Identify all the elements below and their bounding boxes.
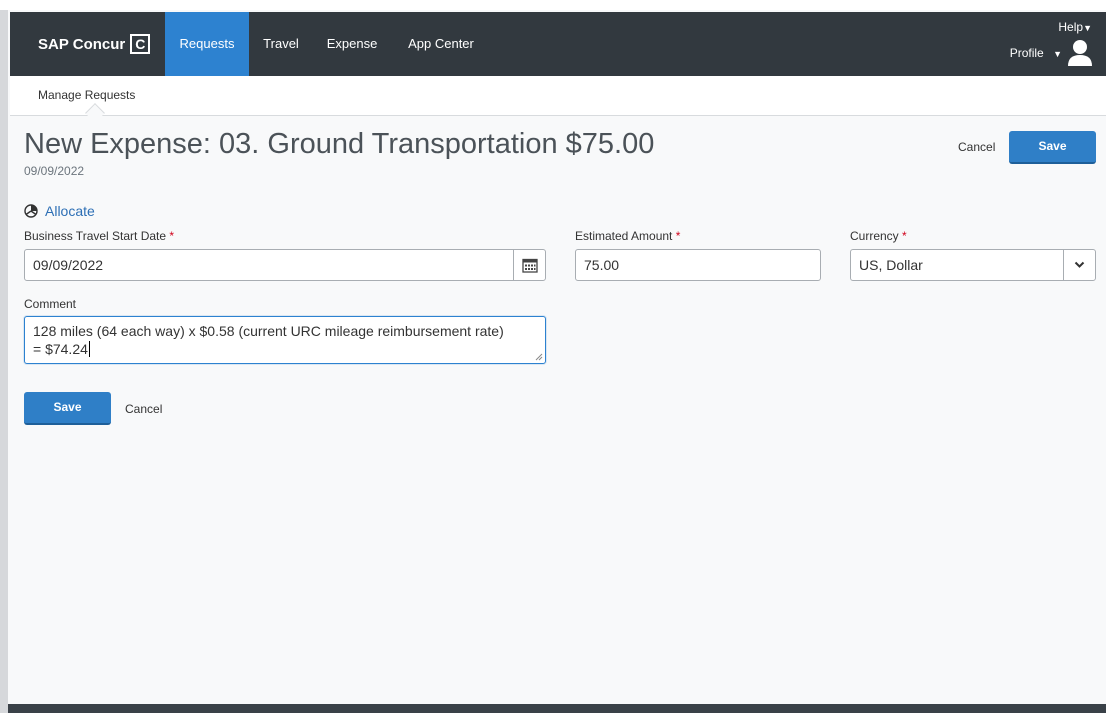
top-navbar: SAP Concur C Requests Travel Expense App… bbox=[10, 12, 1106, 76]
comment-line-1: 128 miles (64 each way) x $0.58 (current… bbox=[33, 323, 504, 339]
amount-input[interactable]: 75.00 bbox=[575, 249, 821, 281]
comment-label: Comment bbox=[24, 297, 77, 311]
subnav-manage-requests[interactable]: Manage Requests bbox=[38, 88, 135, 102]
start-date-label: Business Travel Start Date * bbox=[24, 229, 174, 243]
amount-label: Estimated Amount * bbox=[575, 229, 680, 243]
calendar-button[interactable] bbox=[513, 250, 545, 280]
bottom-bar bbox=[8, 704, 1106, 713]
sub-navbar: Manage Requests bbox=[10, 76, 1106, 123]
start-date-input[interactable]: 09/09/2022 bbox=[24, 249, 546, 281]
active-subnav-pointer bbox=[85, 103, 105, 123]
page-title: New Expense: 03. Ground Transportation $… bbox=[24, 128, 655, 160]
nav-tab-travel[interactable]: Travel bbox=[258, 12, 304, 76]
allocate-link[interactable]: Allocate bbox=[24, 203, 95, 219]
comment-line-2-text: = $74.24 bbox=[33, 341, 88, 357]
resize-grip-icon[interactable] bbox=[535, 353, 543, 361]
chevron-down-icon bbox=[1074, 261, 1085, 268]
amount-label-text: Estimated Amount bbox=[575, 229, 673, 243]
brand-name: SAP Concur bbox=[38, 35, 126, 53]
save-button-top[interactable]: Save bbox=[1009, 131, 1096, 164]
currency-value: US, Dollar bbox=[859, 257, 923, 273]
save-button-bottom[interactable]: Save bbox=[24, 392, 111, 425]
start-date-label-text: Business Travel Start Date bbox=[24, 229, 167, 243]
caret-down-icon: ▼ bbox=[1053, 49, 1062, 59]
required-marker: * bbox=[169, 229, 175, 243]
currency-label: Currency * bbox=[850, 229, 907, 243]
app-frame: SAP Concur C Requests Travel Expense App… bbox=[0, 0, 1106, 713]
start-date-value: 09/09/2022 bbox=[33, 257, 104, 273]
text-cursor bbox=[88, 341, 90, 357]
top-strip bbox=[0, 0, 1106, 10]
amount-value: 75.00 bbox=[584, 257, 620, 273]
currency-dropdown-button[interactable] bbox=[1063, 250, 1095, 280]
sap-concur-logo[interactable]: SAP Concur C bbox=[38, 34, 151, 54]
nav-tab-expense[interactable]: Expense bbox=[322, 12, 382, 76]
allocate-label: Allocate bbox=[45, 203, 95, 219]
cancel-button-bottom[interactable]: Cancel bbox=[125, 402, 162, 416]
calendar-icon bbox=[521, 258, 538, 273]
required-marker: * bbox=[675, 229, 681, 243]
cancel-button-top[interactable]: Cancel bbox=[958, 140, 995, 154]
comment-line-2: = $74.24 bbox=[33, 340, 537, 358]
help-label: Help bbox=[1058, 20, 1084, 34]
comment-textarea[interactable]: 128 miles (64 each way) x $0.58 (current… bbox=[24, 316, 546, 364]
nav-tab-requests[interactable]: Requests bbox=[165, 12, 249, 76]
required-marker: * bbox=[902, 229, 907, 243]
brand-mark-icon: C bbox=[130, 34, 151, 54]
user-avatar-icon[interactable] bbox=[1066, 38, 1094, 68]
help-menu[interactable]: Help▼ bbox=[1058, 20, 1092, 34]
caret-down-icon: ▼ bbox=[1083, 23, 1092, 33]
nav-tab-app-center[interactable]: App Center bbox=[402, 12, 480, 76]
currency-label-text: Currency bbox=[850, 229, 899, 243]
profile-menu[interactable]: Profile ▼ bbox=[1010, 46, 1062, 60]
currency-select[interactable]: US, Dollar bbox=[850, 249, 1096, 281]
window-left-edge bbox=[0, 10, 8, 713]
page-date: 09/09/2022 bbox=[24, 164, 85, 178]
pie-chart-icon bbox=[24, 204, 38, 218]
profile-label: Profile bbox=[1009, 46, 1044, 60]
